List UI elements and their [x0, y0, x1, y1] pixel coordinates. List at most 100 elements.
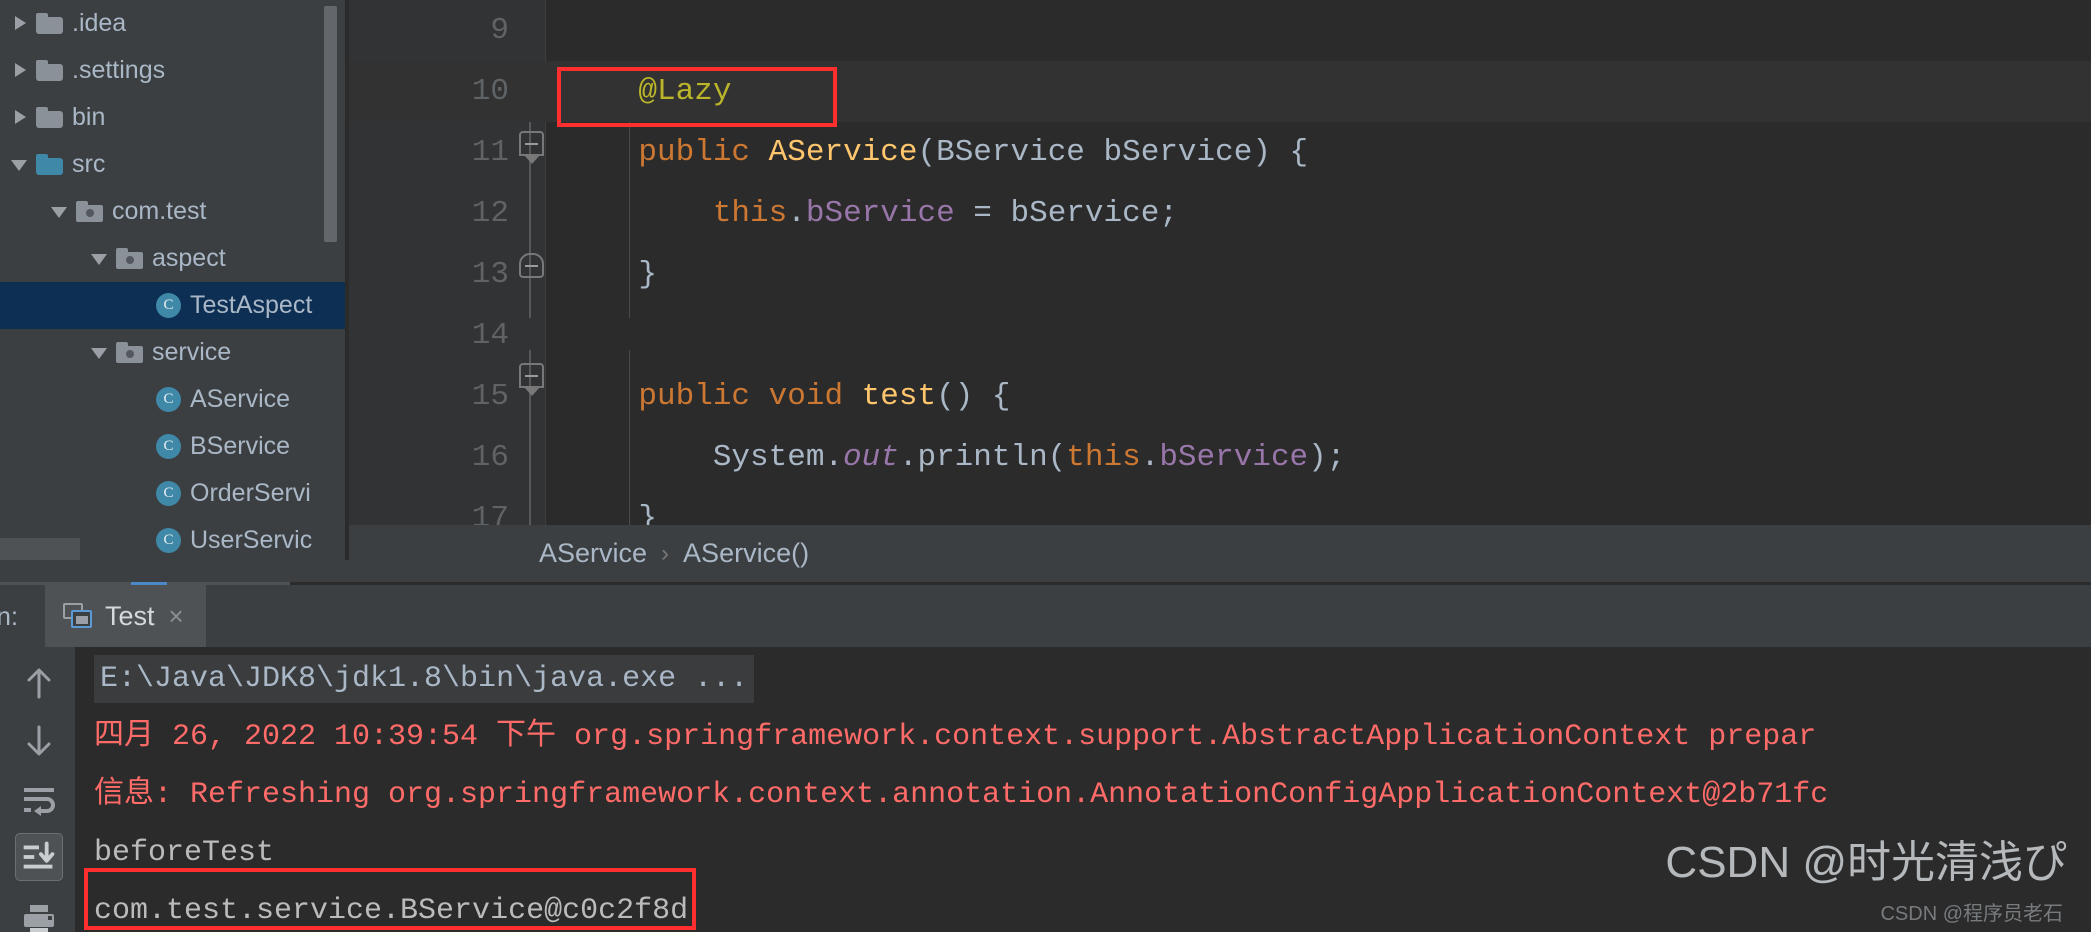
breadcrumb-class[interactable]: AService — [539, 538, 647, 569]
console-line: 四月 26, 2022 10:39:54 下午 org.springframew… — [94, 720, 1817, 754]
java-class-icon: C — [156, 528, 181, 553]
line-number: 10 — [471, 74, 509, 109]
chevron-right-icon[interactable] — [8, 11, 34, 37]
close-icon[interactable]: × — [169, 603, 184, 629]
run-tab-test[interactable]: Test × — [45, 585, 206, 647]
editor-area: .idea .settings bin src com.test aspect C TestA… — [0, 0, 2091, 585]
chevron-right-icon[interactable] — [8, 58, 34, 84]
code-editor[interactable]: 9 10 @Lazy 11 public AService(BService bSe… — [349, 0, 2091, 525]
code-token: this — [712, 196, 788, 231]
folder-icon — [36, 107, 63, 128]
code-line[interactable]: 16 System.out.println(this.bService); — [349, 427, 2091, 488]
code-token: public — [638, 135, 769, 170]
breadcrumb-separator-icon: › — [661, 539, 670, 567]
chevron-down-icon[interactable] — [8, 152, 34, 178]
tree-item-idea[interactable]: .idea — [0, 0, 345, 47]
code-token: ); — [1308, 440, 1346, 475]
fold-marker-constructor[interactable] — [515, 118, 546, 179]
code-line[interactable]: 14 — [349, 305, 2091, 366]
fold-marker-constructor-end[interactable] — [515, 240, 546, 301]
soft-wrap-icon[interactable] — [15, 775, 63, 823]
tree-twisty-placeholder — [128, 481, 154, 507]
run-configuration-icon — [63, 603, 93, 629]
run-tab-bar: un: Test × — [0, 582, 2091, 647]
source-folder-icon — [36, 154, 63, 175]
console-line: beforeTest — [94, 836, 275, 870]
run-tab-label: Test — [105, 600, 155, 631]
line-number: 9 — [490, 13, 509, 48]
project-tree-bottom-tab — [0, 538, 80, 560]
code-text: public void test() { — [564, 366, 1011, 427]
project-tree-panel[interactable]: .idea .settings bin src com.test aspect C TestA… — [0, 0, 345, 560]
code-token: } — [564, 501, 658, 525]
tree-item-label: aspect — [152, 244, 226, 272]
code-token: () { — [936, 379, 1011, 414]
code-token: System. — [564, 440, 844, 475]
print-icon[interactable] — [15, 895, 63, 932]
tree-item-service[interactable]: service — [0, 329, 345, 376]
code-token: .println( — [898, 440, 1067, 475]
code-line[interactable]: 17 } — [349, 488, 2091, 525]
code-token: . — [1140, 440, 1160, 475]
tree-item-label: OrderServi — [190, 479, 311, 507]
code-token: = bService; — [954, 196, 1178, 231]
tree-item-settings[interactable]: .settings — [0, 47, 345, 94]
line-number: 12 — [471, 196, 509, 231]
run-window-label: un: — [0, 601, 19, 631]
console-output[interactable]: E:\Java\JDK8\jdk1.8\bin\java.exe ... 四月 2… — [76, 647, 2091, 932]
line-number: 11 — [471, 135, 509, 170]
tree-item-src[interactable]: src — [0, 141, 345, 188]
tree-item-label: .idea — [72, 9, 127, 37]
rerun-down-arrow-icon[interactable] — [15, 717, 63, 765]
code-line[interactable]: 13 } — [349, 244, 2091, 305]
code-token: this — [1066, 440, 1141, 475]
console-line: 信息: Refreshing org.springframework.conte… — [94, 778, 1829, 812]
tree-item-label: com.test — [112, 197, 207, 225]
breadcrumb[interactable]: AService › AService() — [349, 525, 2091, 582]
code-line[interactable]: 15 public void test() { — [349, 366, 2091, 427]
code-token: test — [861, 379, 937, 414]
tree-item-bservice[interactable]: C BService — [0, 423, 345, 470]
tree-item-comtest[interactable]: com.test — [0, 188, 345, 235]
tree-item-bin[interactable]: bin — [0, 94, 345, 141]
tree-twisty-placeholder — [128, 434, 154, 460]
chevron-down-icon[interactable] — [88, 340, 114, 366]
code-line[interactable]: 12 this.bService = bService; — [349, 183, 2091, 244]
code-line[interactable]: 11 public AService(BService bService) { — [349, 122, 2091, 183]
csdn-watermark-secondary: CSDN @程序员老石 — [1880, 903, 2063, 925]
rerun-up-arrow-icon[interactable] — [15, 659, 63, 707]
java-class-icon: C — [156, 481, 181, 506]
tree-item-label: TestAspect — [190, 291, 313, 319]
code-text: this.bService = bService; — [564, 183, 1178, 244]
fold-marker-test-method[interactable] — [515, 350, 546, 411]
code-text: } — [564, 244, 657, 305]
package-icon — [116, 342, 143, 363]
tree-twisty-placeholder — [128, 387, 154, 413]
scroll-to-end-icon[interactable] — [15, 833, 63, 881]
chevron-down-icon[interactable] — [48, 199, 74, 225]
tree-item-label: .settings — [72, 56, 166, 84]
code-line[interactable]: 10 @Lazy — [349, 61, 2091, 122]
line-number: 13 — [471, 257, 509, 292]
code-token: @Lazy — [638, 74, 732, 109]
project-tree-scrollbar[interactable] — [324, 6, 337, 242]
code-token: bService — [805, 196, 955, 231]
code-line[interactable]: 9 — [349, 0, 2091, 61]
chevron-right-icon[interactable] — [8, 105, 34, 131]
run-tool-window: un: Test × — [0, 582, 2091, 932]
tree-item-aservice[interactable]: C AService — [0, 376, 345, 423]
line-number: 14 — [471, 318, 509, 353]
console-toolbar — [0, 647, 75, 932]
package-icon — [76, 201, 103, 222]
tree-item-aspect[interactable]: aspect — [0, 235, 345, 282]
tree-item-orderservi[interactable]: C OrderServi — [0, 470, 345, 517]
line-number: 15 — [471, 379, 509, 414]
breadcrumb-member[interactable]: AService() — [683, 538, 809, 569]
folder-icon — [36, 60, 63, 81]
tree-item-testaspect[interactable]: C TestAspect — [0, 282, 345, 329]
tree-twisty-placeholder — [128, 293, 154, 319]
chevron-down-icon[interactable] — [88, 246, 114, 272]
code-token: } — [564, 257, 658, 292]
